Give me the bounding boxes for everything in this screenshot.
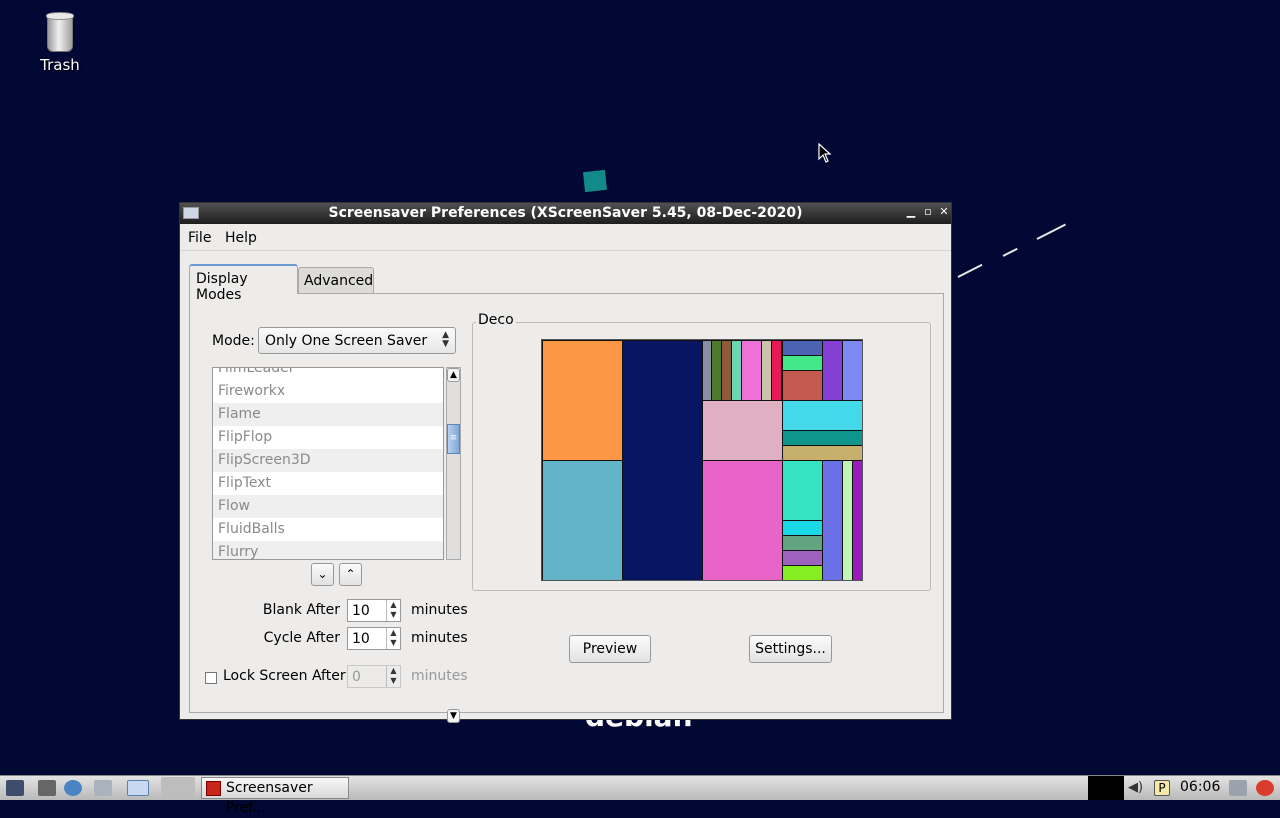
power-icon[interactable]: [1256, 780, 1274, 796]
list-item[interactable]: Flurry: [213, 541, 443, 559]
desktop-pager-2[interactable]: [161, 777, 195, 799]
desktop-pager-1[interactable]: [127, 780, 149, 796]
list-item[interactable]: Fireworkx: [213, 380, 443, 403]
screensaver-app-icon: [206, 781, 221, 796]
window-switcher-icon[interactable]: [94, 780, 112, 796]
streak-decoration: [957, 263, 983, 278]
screensaver-cube-decoration: [583, 169, 607, 193]
menu-help[interactable]: Help: [225, 230, 257, 246]
maximize-button[interactable]: ▫: [921, 205, 935, 219]
prev-mode-button[interactable]: ⌃: [339, 563, 362, 586]
screensaver-preferences-window: Screensaver Preferences (XScreenSaver 5.…: [179, 202, 952, 723]
spinner-arrows-icon: ▲ ▼: [386, 666, 400, 687]
lock-minutes-label: minutes: [411, 668, 468, 684]
cycle-minutes-label: minutes: [411, 630, 468, 646]
lock-screen-label[interactable]: Lock Screen After: [223, 668, 346, 684]
mode-selected-value: Only One Screen Saver: [265, 333, 428, 349]
blank-after-value: 10: [352, 603, 370, 619]
streak-decoration: [1036, 223, 1066, 240]
mouse-cursor-icon: [818, 143, 832, 163]
clipboard-icon[interactable]: P: [1154, 780, 1170, 796]
blank-after-spinner[interactable]: 10 ▲ ▼: [347, 599, 401, 622]
list-scrollbar[interactable]: ▲ ≡ ▼: [446, 367, 461, 723]
clock[interactable]: 06:06: [1180, 779, 1220, 795]
window-title: Screensaver Preferences (XScreenSaver 5.…: [328, 205, 803, 221]
streak-decoration: [1002, 247, 1018, 257]
cycle-after-value: 10: [352, 631, 370, 647]
lock-after-value: 0: [352, 669, 361, 685]
list-item[interactable]: FlipFlop: [213, 426, 443, 449]
list-item[interactable]: FilmLeader: [213, 368, 443, 380]
next-mode-button[interactable]: ⌄: [311, 563, 334, 586]
preview-frame-label: Deco: [476, 312, 516, 328]
tab-display-modes[interactable]: Display Modes: [189, 264, 298, 303]
scroll-down-icon[interactable]: ▼: [447, 709, 460, 723]
system-monitor-icon: [1088, 776, 1124, 800]
close-button[interactable]: ✕: [937, 205, 951, 219]
tab-advanced[interactable]: Advanced: [298, 267, 374, 294]
preview-button[interactable]: Preview: [569, 635, 651, 663]
screensaver-preview: [541, 339, 863, 581]
list-item[interactable]: Flame: [213, 403, 443, 426]
taskbar: Screensaver Pref... ◀) P 06:06: [0, 775, 1280, 816]
taskbar-task-screensaver[interactable]: Screensaver Pref...: [201, 777, 349, 816]
menubar: [180, 224, 951, 251]
volume-icon[interactable]: ◀): [1128, 780, 1150, 796]
cycle-after-spinner[interactable]: 10 ▲ ▼: [347, 627, 401, 650]
mode-select[interactable]: Only One Screen Saver ▲ ▼: [258, 327, 456, 354]
display-modes-panel: Mode: Only One Screen Saver ▲ ▼ FilmLeade…: [189, 293, 944, 723]
mode-label: Mode:: [212, 333, 255, 349]
list-item[interactable]: FluidBalls: [213, 518, 443, 541]
browser-icon[interactable]: [64, 780, 82, 796]
spinner-arrows-icon[interactable]: ▲ ▼: [386, 600, 400, 621]
combo-arrows-icon: ▲ ▼: [442, 330, 449, 349]
blank-minutes-label: minutes: [411, 602, 468, 618]
trash-desktop-icon[interactable]: Trash: [30, 12, 90, 74]
scrollbar-thumb[interactable]: ≡: [447, 424, 460, 454]
trash-label: Trash: [40, 56, 80, 74]
spinner-arrows-icon[interactable]: ▲ ▼: [386, 628, 400, 649]
minimize-all-icon[interactable]: [38, 780, 56, 796]
trash-icon: [46, 12, 74, 52]
start-menu-icon[interactable]: [6, 780, 24, 796]
cycle-after-label: Cycle After: [263, 630, 340, 646]
lock-after-spinner: 0 ▲ ▼: [347, 665, 401, 688]
screensaver-list[interactable]: FilmLeader Fireworkx Flame FlipFlop Flip…: [212, 367, 444, 560]
lock-screen-checkbox[interactable]: [205, 672, 217, 684]
window-titlebar[interactable]: Screensaver Preferences (XScreenSaver 5.…: [180, 203, 951, 224]
blank-after-label: Blank After: [262, 602, 340, 618]
network-icon[interactable]: [1229, 780, 1247, 796]
list-item[interactable]: Flow: [213, 495, 443, 518]
menu-file[interactable]: File: [188, 230, 211, 246]
minimize-button[interactable]: ▁: [904, 205, 918, 219]
list-item[interactable]: FlipText: [213, 472, 443, 495]
scroll-up-icon[interactable]: ▲: [447, 368, 460, 382]
settings-button[interactable]: Settings...: [749, 635, 832, 663]
task-label: Screensaver Pref...: [226, 780, 313, 816]
list-item[interactable]: FlipScreen3D: [213, 449, 443, 472]
